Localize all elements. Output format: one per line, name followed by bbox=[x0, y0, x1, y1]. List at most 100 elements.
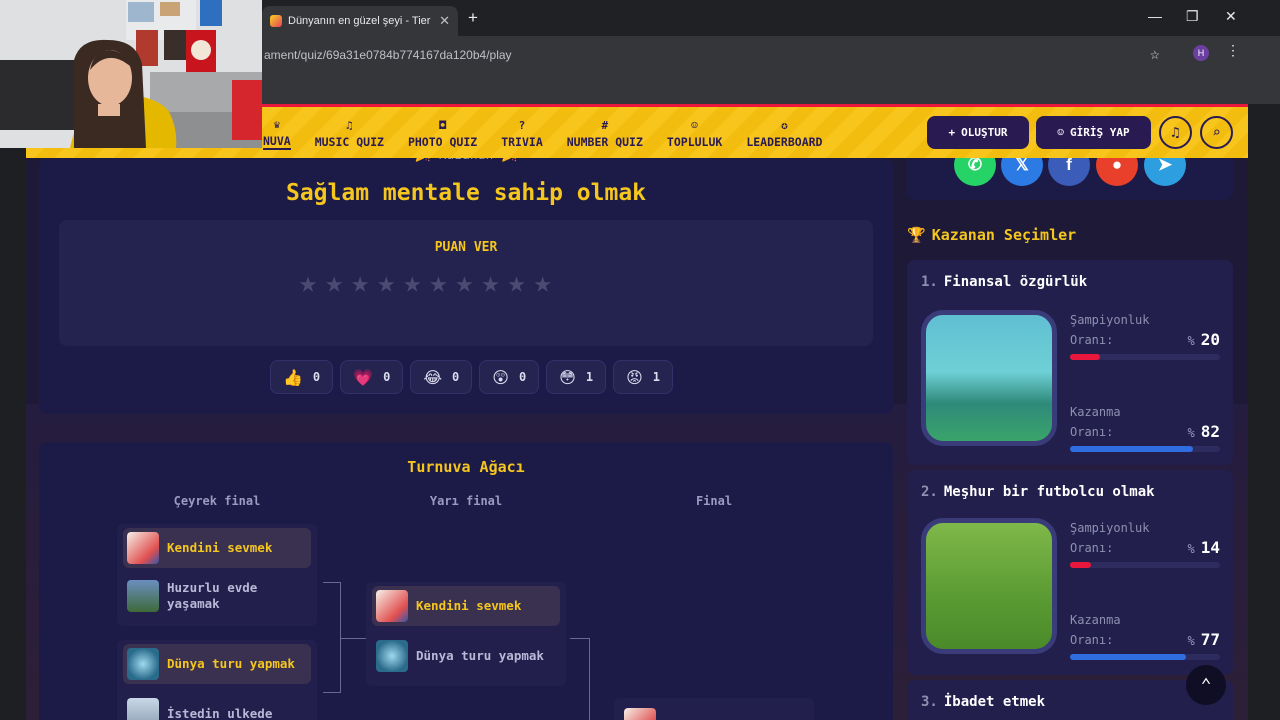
rank-name: Meşhur bir futbolcu olmak bbox=[943, 484, 1155, 500]
trophy-icon: ♛ bbox=[273, 118, 281, 131]
maximize-icon[interactable]: ❐ bbox=[1186, 8, 1199, 25]
winner-picks-title: 🏆 Kazanan Seçimler bbox=[907, 226, 1076, 244]
camera-icon: ◘ bbox=[439, 119, 446, 132]
winner-title: Sağlam mentale sahip olmak bbox=[285, 180, 647, 206]
rank-name: Finansal özgürlük bbox=[943, 274, 1088, 290]
bracket-entry-final[interactable] bbox=[620, 704, 808, 720]
star-icon[interactable]: ★ bbox=[299, 268, 317, 298]
reaction-thumbs-up[interactable]: 👍 0 bbox=[270, 360, 334, 394]
profile-avatar[interactable]: H bbox=[1193, 45, 1209, 61]
plus-icon: + bbox=[948, 126, 956, 139]
stat-value: % 77 bbox=[1187, 630, 1221, 649]
star-icon[interactable]: ★ bbox=[351, 268, 369, 298]
bracket-connector bbox=[570, 638, 590, 720]
nav-item-leaderboard[interactable]: ✪ LEADERBOARD bbox=[734, 107, 834, 161]
url-field[interactable]: ament/quiz/69a31e0784b774167da120b4/play bbox=[264, 44, 1164, 66]
star-icon[interactable]: ★ bbox=[455, 268, 473, 298]
reaction-wow[interactable]: 😲 0 bbox=[479, 360, 540, 394]
nav-label: LEADERBOARD bbox=[746, 135, 823, 149]
browser-menu-icon[interactable]: ⋮ bbox=[1226, 42, 1240, 59]
bracket-entry[interactable]: İstedin ulkede bbox=[123, 694, 311, 720]
reaction-flushed[interactable]: 😳 1 bbox=[546, 360, 607, 394]
nav-item-music-quiz[interactable]: ♫ MUSIC QUIZ bbox=[303, 107, 396, 161]
win-rate-stat: Kazanma Oranı: % 82 bbox=[1070, 402, 1221, 452]
rank-image bbox=[921, 310, 1057, 446]
bookmark-star-icon[interactable]: ☆ bbox=[1150, 44, 1160, 63]
bracket-entry-winner[interactable]: Kendini sevmek bbox=[372, 586, 560, 626]
bracket-entry-winner[interactable]: Dünya turu yapmak bbox=[123, 644, 311, 684]
entry-name: Huzurlu evde yaşamak bbox=[167, 580, 258, 611]
star-icon[interactable]: ★ bbox=[325, 268, 343, 298]
nav-item-tournament[interactable]: ♛ NUVA bbox=[263, 107, 303, 161]
star-icon[interactable]: ★ bbox=[403, 268, 421, 298]
search-icon: ⌕ bbox=[1212, 124, 1221, 141]
nav-item-number-quiz[interactable]: # NUMBER QUIZ bbox=[555, 107, 655, 161]
reaction-laugh[interactable]: 😂 0 bbox=[410, 360, 473, 394]
bracket-entry-winner[interactable]: Kendini sevmek bbox=[123, 528, 311, 568]
reaction-count: 0 bbox=[312, 370, 321, 384]
webcam-overlay bbox=[0, 0, 262, 148]
nav-item-community[interactable]: ☺ TOPLULUK bbox=[655, 107, 734, 161]
stat-bar-fill bbox=[1070, 654, 1186, 660]
star-rating[interactable]: ★ ★ ★ ★ ★ ★ ★ ★ ★ ★ bbox=[299, 268, 552, 298]
stat-bar-fill bbox=[1070, 354, 1100, 360]
reaction-count: 1 bbox=[585, 370, 594, 384]
entry-thumbnail bbox=[127, 532, 159, 564]
bell-icon: ♫ bbox=[1171, 124, 1180, 141]
create-button[interactable]: + OLUŞTUR bbox=[927, 116, 1029, 149]
login-label: GİRİŞ YAP bbox=[1070, 126, 1130, 139]
minimize-icon[interactable]: — bbox=[1148, 8, 1162, 24]
angry-icon: 😡 bbox=[626, 367, 643, 387]
users-icon: ☺ bbox=[691, 119, 698, 132]
star-icon[interactable]: ★ bbox=[429, 268, 447, 298]
entry-name: Dünya turu yapmak bbox=[167, 656, 295, 671]
reaction-count: 0 bbox=[383, 370, 391, 384]
nav-item-trivia[interactable]: ? TRIVIA bbox=[489, 107, 555, 161]
star-icon[interactable]: ★ bbox=[508, 268, 526, 298]
winner-card: 🎉 Kazanan 🎉 Sağlam mentale sahip olmak P… bbox=[39, 148, 893, 414]
search-button[interactable]: ⌕ bbox=[1200, 116, 1233, 149]
bracket-card: Turnuva Ağacı Çeyrek final Yarı final Fi… bbox=[39, 442, 893, 720]
entry-name: İstedin ulkede bbox=[167, 706, 273, 720]
star-icon[interactable]: ★ bbox=[481, 268, 499, 298]
stat-bar-fill bbox=[1070, 562, 1091, 568]
entry-name: Dünya turu yapmak bbox=[416, 648, 544, 663]
bracket-entry[interactable]: Dünya turu yapmak bbox=[372, 636, 560, 676]
reaction-count: 0 bbox=[518, 370, 527, 384]
entry-thumbnail bbox=[624, 708, 656, 720]
bracket-match: Dünya turu yapmak İstedin ulkede bbox=[117, 640, 317, 720]
rank-number: 3. bbox=[921, 694, 938, 710]
star-icon[interactable]: ★ bbox=[534, 268, 552, 298]
rank-card-2[interactable]: 2. Meşhur bir futbolcu olmak Şampiyonluk … bbox=[907, 470, 1233, 675]
close-tab-icon[interactable]: ✕ bbox=[439, 13, 450, 29]
close-window-icon[interactable]: ✕ bbox=[1225, 8, 1237, 25]
round-label-quarter: Çeyrek final bbox=[173, 494, 261, 508]
rank-number: 2. bbox=[921, 484, 938, 500]
bracket-title: Turnuva Ağacı bbox=[407, 458, 525, 476]
reaction-angry[interactable]: 😡 1 bbox=[613, 360, 674, 394]
bracket-connector bbox=[341, 638, 366, 639]
rank-card-3[interactable]: 3. İbadet etmek bbox=[907, 680, 1233, 720]
stat-label: Kazanma bbox=[1070, 613, 1121, 627]
question-circle-icon: ? bbox=[518, 119, 526, 132]
site-favicon-icon bbox=[270, 15, 282, 27]
new-tab-icon[interactable]: + bbox=[468, 8, 478, 28]
hash-icon: # bbox=[601, 119, 609, 132]
reaction-heart[interactable]: 💗 0 bbox=[340, 360, 404, 394]
bracket-match: Kendini sevmek Dünya turu yapmak bbox=[366, 582, 566, 686]
rank-number: 1. bbox=[921, 274, 938, 290]
login-button[interactable]: ☺ GİRİŞ YAP bbox=[1036, 116, 1151, 149]
star-icon[interactable]: ★ bbox=[377, 268, 395, 298]
stat-bar bbox=[1070, 446, 1220, 452]
bracket-entry[interactable]: Huzurlu evde yaşamak bbox=[123, 576, 311, 616]
stat-bar bbox=[1070, 562, 1220, 568]
browser-tab[interactable]: Dünyanın en güzel şeyi - Tier Li ✕ bbox=[262, 6, 458, 36]
nav-item-photo-quiz[interactable]: ◘ PHOTO QUIZ bbox=[396, 107, 489, 161]
stat-label: Şampiyonluk bbox=[1070, 313, 1150, 327]
scroll-to-top-button[interactable]: ⌃ bbox=[1186, 665, 1226, 705]
rank-card-1[interactable]: 1. Finansal özgürlük Şampiyonluk Oranı: %… bbox=[907, 260, 1233, 465]
notifications-button[interactable]: ♫ bbox=[1159, 116, 1192, 149]
stat-value: % 82 bbox=[1187, 422, 1221, 441]
thumbs-up-icon: 👍 bbox=[283, 367, 303, 387]
championship-stat: Şampiyonluk Oranı: % 14 bbox=[1070, 518, 1220, 568]
